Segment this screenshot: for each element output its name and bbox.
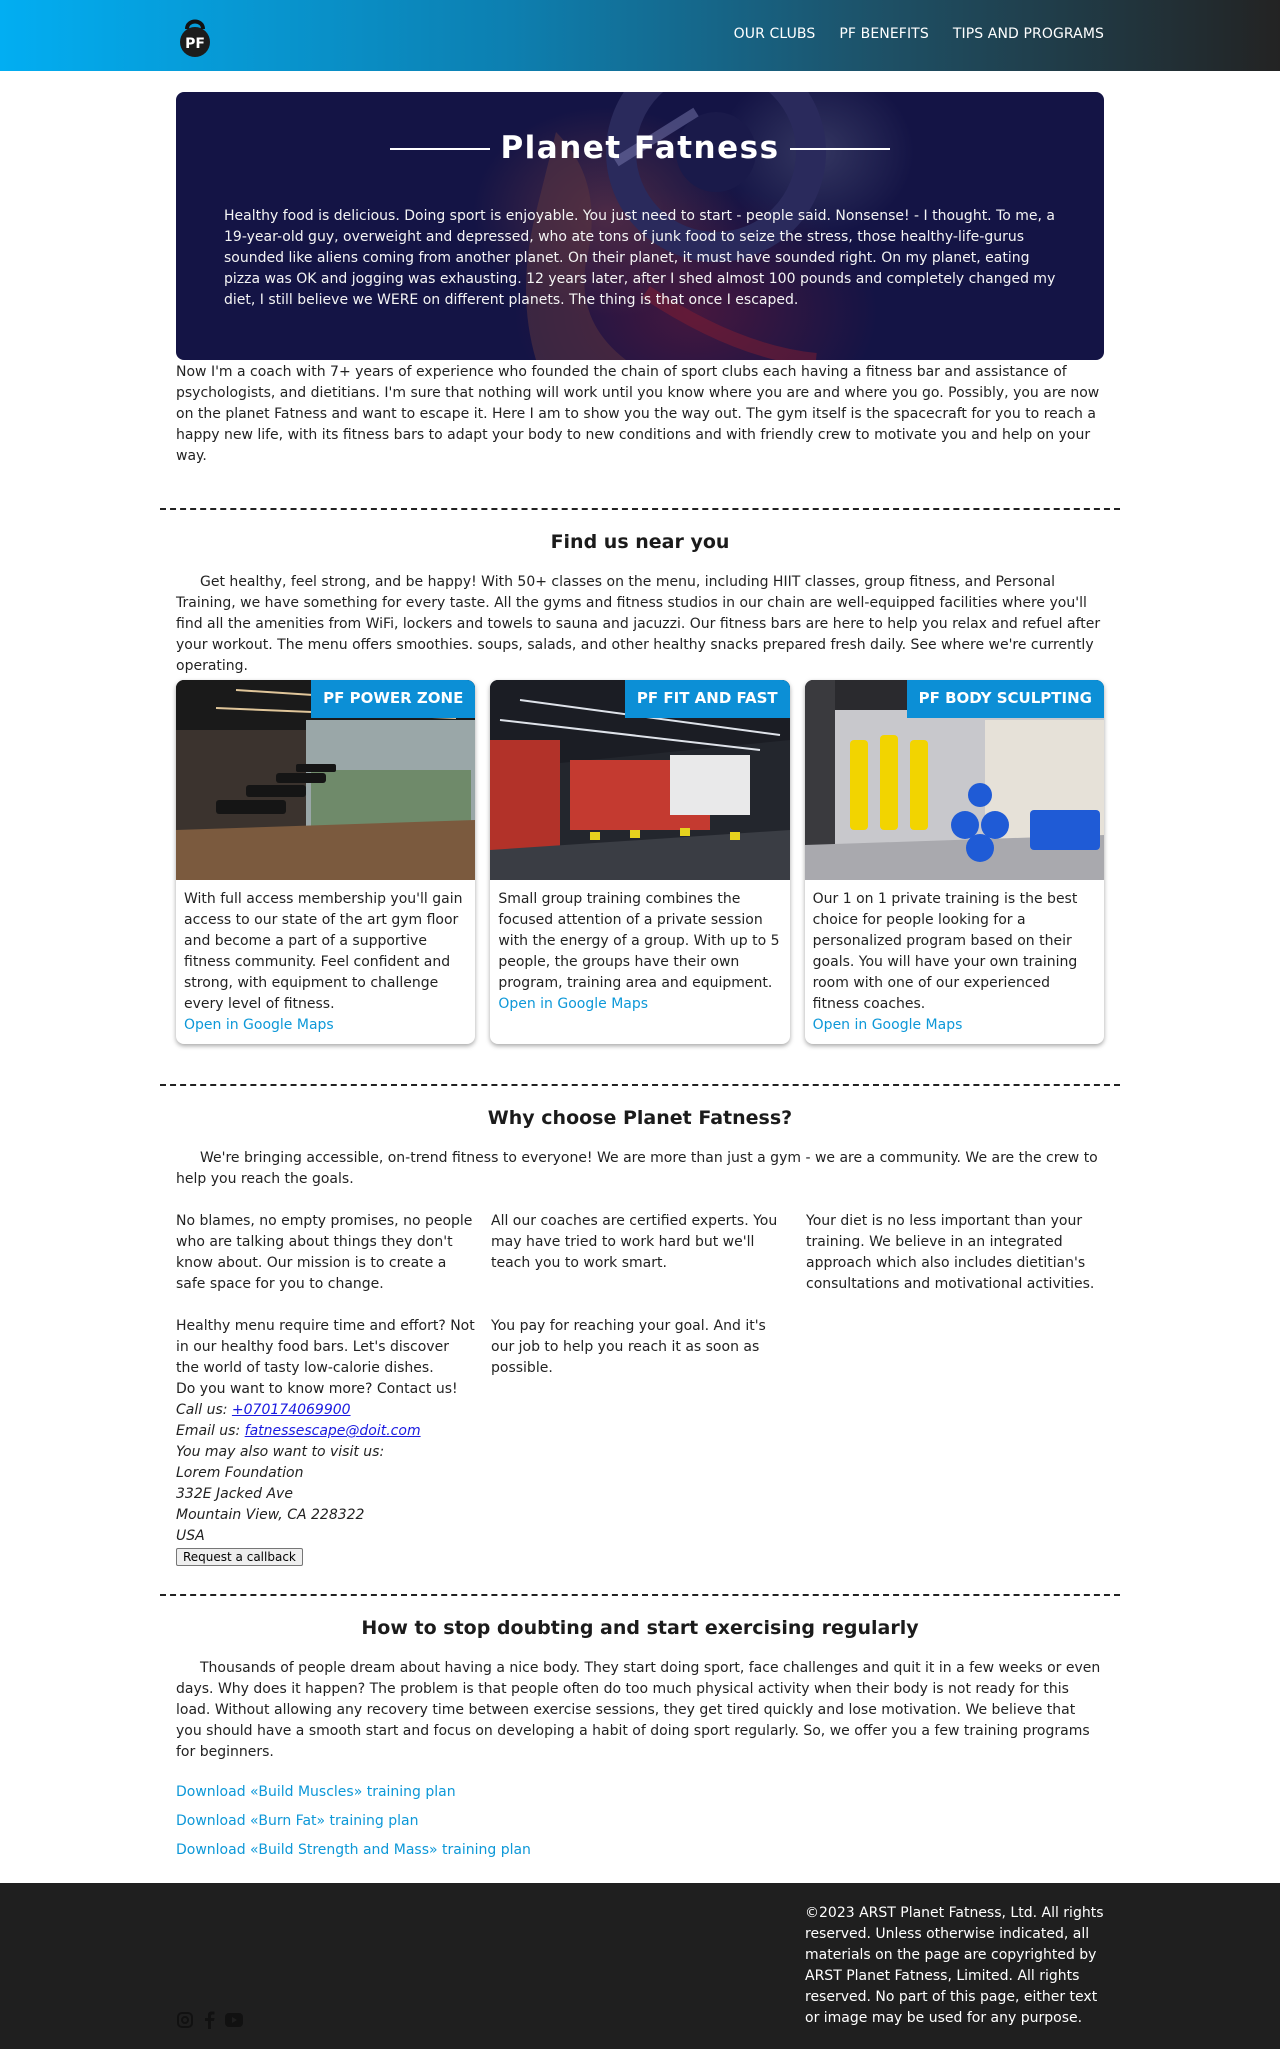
club-description: Our 1 on 1 private training is the best … [812, 891, 1078, 1012]
club-image-power-zone: PF POWER ZONE [176, 680, 476, 880]
find-text: Get healthy, feel strong, and be happy! … [176, 574, 1101, 674]
nav-pf-benefits[interactable]: PF BENEFITS [839, 24, 928, 45]
tips-title: How to stop doubting and start exercisin… [361, 1617, 919, 1639]
club-description: Small group training combines the focuse… [498, 891, 780, 991]
nav-our-clubs[interactable]: OUR CLUBS [734, 24, 816, 45]
main-nav: OUR CLUBS PF BENEFITS TIPS AND PROGRAMS [734, 24, 1104, 45]
hero-title: Planet Fatness [500, 130, 780, 166]
google-maps-link[interactable]: Open in Google Maps [184, 1017, 334, 1033]
club-image-body-sculpting: PF BODY SCULPTING [804, 680, 1104, 880]
contact-phone-row: Call us: +070174069900 [176, 1400, 476, 1421]
request-callback-button[interactable]: Request a callback [176, 1548, 303, 1566]
phone-link[interactable]: +070174069900 [232, 1402, 351, 1418]
address-line: 332E Jacked Ave [176, 1486, 293, 1502]
hero-title-line-right [789, 147, 890, 150]
download-build-muscles-link[interactable]: Download «Build Muscles» training plan [176, 1784, 456, 1800]
youtube-icon[interactable] [225, 2013, 243, 2034]
why-point: Healthy menu require time and effort? No… [176, 1318, 475, 1376]
social-links [177, 2011, 243, 2036]
download-links: Download «Build Muscles» training plan D… [176, 1782, 1104, 1861]
contact-email-row: Email us: fatnessescape@doit.com [176, 1421, 476, 1442]
call-label: Call us: [176, 1402, 232, 1418]
hero-text: Healthy food is delicious. Doing sport i… [224, 208, 1056, 308]
intro-text: Now I'm a coach with 7+ years of experie… [176, 364, 1100, 464]
why-point: All our coaches are certified experts. Y… [491, 1213, 778, 1271]
why-text: We're bringing accessible, on-trend fitn… [176, 1150, 1098, 1187]
instagram-icon[interactable] [177, 2012, 193, 2035]
svg-text:PF: PF [185, 36, 205, 52]
site-header: PF OUR CLUBS PF BENEFITS TIPS AND PROGRA… [0, 0, 1280, 71]
why-grid: No blames, no empty promises, no people … [176, 1211, 1104, 1589]
club-card-fit-and-fast: PF FIT AND FAST Small group training com… [490, 680, 790, 1044]
download-burn-fat-link[interactable]: Download «Burn Fat» training plan [176, 1813, 418, 1829]
tips-section: How to stop doubting and start exercisin… [176, 1618, 1104, 1861]
hero-title-row: Planet Fatness [176, 130, 1104, 166]
why-point: You pay for reaching your goal. And it's… [491, 1318, 766, 1376]
club-image-fit-and-fast: PF FIT AND FAST [490, 680, 790, 880]
why-title: Why choose Planet Fatness? [487, 1107, 793, 1129]
tips-text: Thousands of people dream about having a… [176, 1660, 1101, 1760]
contact-question: Do you want to know more? Contact us! [176, 1381, 458, 1397]
visit-label: You may also want to visit us: [176, 1444, 385, 1460]
why-section: Why choose Planet Fatness? We're bringin… [176, 1108, 1104, 1589]
address-line: Mountain View, CA 228322 [176, 1507, 365, 1523]
club-badge: PF FIT AND FAST [624, 680, 790, 718]
copyright-text: ©2023 ARST Planet Fatness, Ltd. All righ… [805, 1905, 1104, 2026]
google-maps-link[interactable]: Open in Google Maps [813, 1017, 963, 1033]
club-description: With full access membership you'll gain … [184, 891, 463, 1012]
facebook-icon[interactable] [203, 2011, 215, 2036]
google-maps-link[interactable]: Open in Google Maps [498, 996, 648, 1012]
nav-tips-programs[interactable]: TIPS AND PROGRAMS [953, 24, 1104, 45]
why-point: No blames, no empty promises, no people … [176, 1213, 473, 1292]
section-divider [160, 508, 1120, 510]
address-line: Lorem Foundation [176, 1465, 304, 1481]
email-link[interactable]: fatnessescape@doit.com [245, 1423, 421, 1439]
hero-banner: Planet Fatness Healthy food is delicious… [176, 92, 1104, 360]
section-divider [160, 1084, 1120, 1086]
why-point-with-contact: Healthy menu require time and effort? No… [176, 1316, 476, 1568]
club-cards: PF POWER ZONE With full access membershi… [176, 680, 1104, 1044]
kettlebell-logo-icon: PF [180, 19, 210, 57]
hero-title-line-left [390, 147, 491, 150]
section-divider [160, 1594, 1120, 1596]
find-section: Find us near you Get healthy, feel stron… [176, 532, 1104, 1044]
download-strength-mass-link[interactable]: Download «Build Strength and Mass» train… [176, 1842, 531, 1858]
club-badge: PF BODY SCULPTING [906, 680, 1104, 718]
club-card-power-zone: PF POWER ZONE With full access membershi… [176, 680, 476, 1044]
why-point: Your diet is no less important than your… [806, 1213, 1095, 1292]
address-line: USA [176, 1528, 205, 1544]
logo[interactable]: PF [178, 15, 212, 57]
email-label: Email us: [176, 1423, 245, 1439]
club-badge: PF POWER ZONE [311, 680, 476, 718]
find-title: Find us near you [550, 531, 730, 553]
site-footer: ©2023 ARST Planet Fatness, Ltd. All righ… [0, 1883, 1280, 2049]
main-content: Planet Fatness Healthy food is delicious… [176, 92, 1104, 467]
club-card-body-sculpting: PF BODY SCULPTING Our 1 on 1 private tra… [804, 680, 1104, 1044]
